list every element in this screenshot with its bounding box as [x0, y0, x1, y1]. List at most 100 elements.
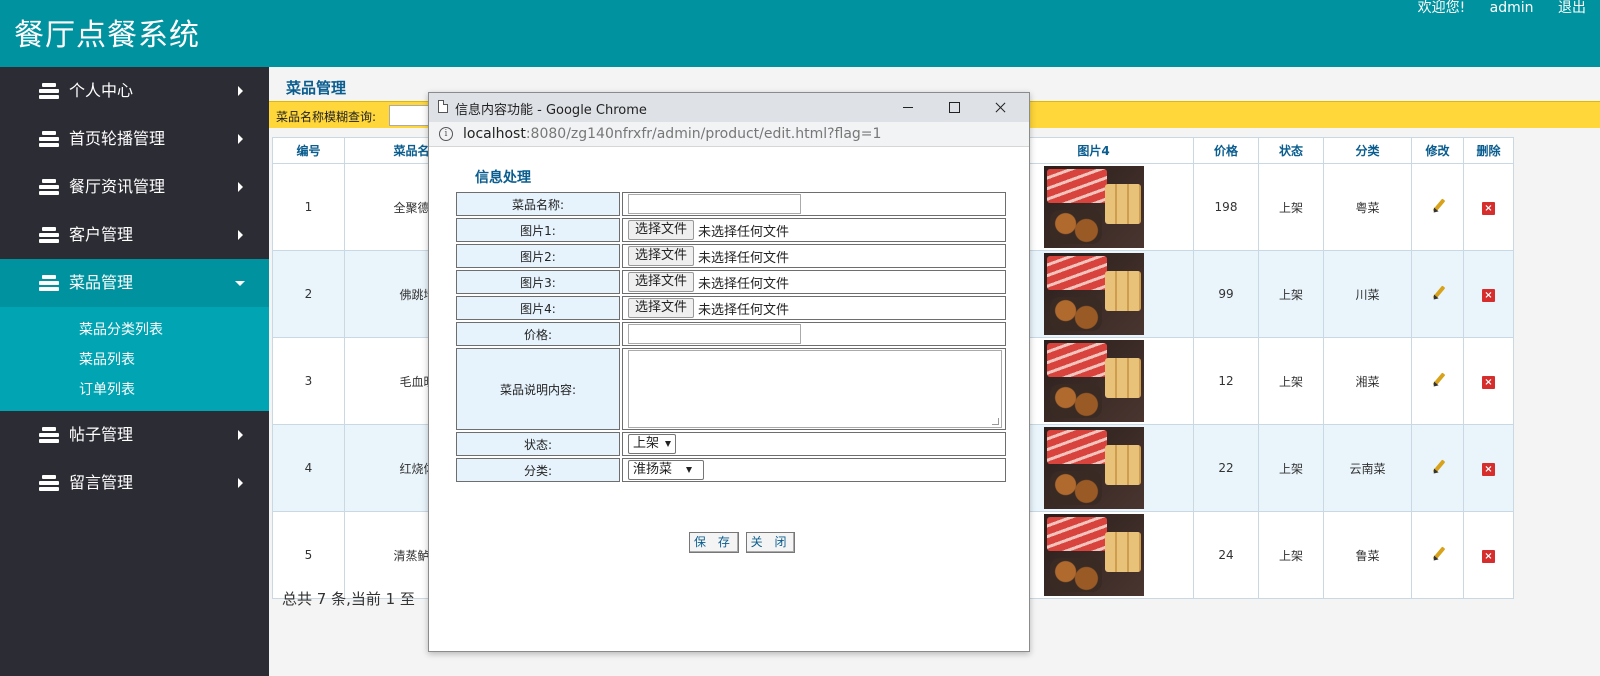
cell-price: 24 — [1193, 511, 1259, 599]
pencil-icon[interactable] — [1430, 546, 1446, 562]
chevron-down-icon — [686, 466, 693, 473]
cell-price: 198 — [1193, 163, 1259, 251]
cell-delete: × — [1463, 337, 1514, 425]
dishes-submenu: 菜品分类列表 菜品列表 订单列表 — [0, 307, 269, 411]
form-row-image2: 图片2: 选择文件 未选择任何文件 — [456, 244, 1006, 268]
pencil-icon[interactable] — [1430, 459, 1446, 475]
price-input[interactable] — [628, 324, 801, 344]
field-label: 菜品名称: — [456, 192, 620, 216]
document-icon — [438, 100, 448, 113]
cell-delete: × — [1463, 250, 1514, 338]
form-heading: 信息处理 — [475, 170, 531, 186]
stack-icon — [39, 226, 59, 244]
sidebar-item-dishes[interactable]: 菜品管理 — [0, 259, 269, 307]
col-header-delete: 删除 — [1463, 137, 1514, 164]
dish-thumbnail — [1043, 253, 1144, 335]
cell-status: 上架 — [1258, 511, 1324, 599]
stack-icon — [39, 426, 59, 444]
cell-status: 上架 — [1258, 250, 1324, 338]
username-link[interactable]: admin — [1490, 0, 1534, 16]
sidebar-item-customers[interactable]: 客户管理 — [0, 211, 269, 259]
submenu-item-order-list[interactable]: 订单列表 — [0, 375, 269, 405]
sidebar-item-news[interactable]: 餐厅资讯管理 — [0, 163, 269, 211]
cell-category: 鲁菜 — [1323, 511, 1412, 599]
info-icon[interactable]: i — [439, 127, 453, 141]
status-select-value: 上架 — [633, 436, 660, 451]
chevron-right-icon — [238, 134, 243, 144]
close-button[interactable]: 关 闭 — [745, 532, 796, 553]
image4-file-button[interactable]: 选择文件 — [628, 298, 695, 318]
chevron-down-icon — [665, 440, 672, 447]
image1-file-button[interactable]: 选择文件 — [628, 220, 695, 240]
sidebar-item-label: 留言管理 — [69, 473, 134, 492]
cell-category: 云南菜 — [1323, 424, 1412, 512]
pencil-icon[interactable] — [1430, 285, 1446, 301]
chevron-right-icon — [238, 86, 243, 96]
col-header-edit: 修改 — [1411, 137, 1464, 164]
cell-id: 1 — [272, 163, 345, 251]
image2-file-button[interactable]: 选择文件 — [628, 246, 695, 266]
field-label: 图片1: — [456, 218, 620, 242]
cell-edit — [1411, 250, 1464, 338]
logout-link[interactable]: 退出 — [1558, 0, 1586, 16]
delete-x-icon[interactable]: × — [1482, 201, 1495, 215]
sidebar-item-carousel[interactable]: 首页轮播管理 — [0, 115, 269, 163]
save-button[interactable]: 保 存 — [689, 532, 739, 553]
pagination-summary: 总共 7 条,当前 1 至 — [282, 590, 415, 608]
stack-icon — [39, 274, 59, 292]
app-title: 餐厅点餐系统 — [14, 18, 200, 53]
cell-edit — [1411, 424, 1464, 512]
popup-url-bar[interactable]: i localhost:8080/zg140nfrxfr/admin/produ… — [429, 122, 1029, 147]
image2-file-status: 未选择任何文件 — [698, 250, 790, 266]
chevron-right-icon — [238, 478, 243, 488]
sidebar-item-label: 餐厅资讯管理 — [69, 177, 166, 196]
cell-price: 12 — [1193, 337, 1259, 425]
cell-id: 3 — [272, 337, 345, 425]
sidebar-item-personal-center[interactable]: 个人中心 — [0, 67, 269, 115]
sidebar-item-posts[interactable]: 帖子管理 — [0, 411, 269, 459]
pencil-icon[interactable] — [1430, 198, 1446, 214]
pencil-icon[interactable] — [1430, 372, 1446, 388]
delete-x-icon[interactable]: × — [1482, 288, 1495, 302]
image3-file-button[interactable]: 选择文件 — [628, 272, 695, 292]
resize-handle-icon[interactable] — [992, 418, 999, 425]
col-header-status: 状态 — [1258, 137, 1324, 164]
cell-delete: × — [1463, 163, 1514, 251]
sidebar-item-label: 个人中心 — [69, 81, 134, 100]
edit-form: 菜品名称: 图片1: 选择文件 未选择任何文件 图片2: 选择文件 未选择任何文件 … — [454, 190, 1008, 484]
delete-x-icon[interactable]: × — [1482, 462, 1495, 476]
image1-file-status: 未选择任何文件 — [698, 224, 790, 240]
delete-x-icon[interactable]: × — [1482, 549, 1495, 563]
form-buttons: 保 存 关 闭 — [689, 532, 798, 553]
category-select[interactable]: 淮扬菜 — [628, 460, 704, 480]
submenu-item-dish-categories[interactable]: 菜品分类列表 — [0, 315, 269, 345]
minimize-icon[interactable] — [885, 93, 931, 122]
popup-titlebar[interactable]: 信息内容功能 - Google Chrome — [429, 93, 1029, 122]
cell-delete: × — [1463, 424, 1514, 512]
cell-id: 5 — [272, 511, 345, 599]
form-row-name: 菜品名称: — [456, 192, 1006, 216]
delete-x-icon[interactable]: × — [1482, 375, 1495, 389]
cell-edit — [1411, 337, 1464, 425]
welcome-text: 欢迎您! — [1417, 0, 1466, 16]
cell-status: 上架 — [1258, 337, 1324, 425]
dish-thumbnail — [1043, 427, 1144, 509]
search-label: 菜品名称模糊查询: — [276, 110, 377, 124]
category-select-value: 淮扬菜 — [633, 462, 673, 477]
submenu-item-dish-list[interactable]: 菜品列表 — [0, 345, 269, 375]
sidebar-item-label: 菜品管理 — [69, 273, 134, 292]
dish-name-input[interactable] — [628, 194, 801, 214]
status-select[interactable]: 上架 — [628, 434, 677, 454]
form-row-status: 状态: 上架 — [456, 432, 1006, 456]
popup-window-title: 信息内容功能 - Google Chrome — [455, 103, 647, 118]
maximize-icon[interactable] — [931, 93, 977, 122]
stack-icon — [39, 130, 59, 148]
description-textarea[interactable] — [628, 350, 1002, 428]
field-label: 图片4: — [456, 296, 620, 320]
close-icon[interactable] — [977, 93, 1023, 122]
cell-category: 湘菜 — [1323, 337, 1412, 425]
field-label: 分类: — [456, 458, 620, 482]
form-row-price: 价格: — [456, 322, 1006, 346]
sidebar-item-messages[interactable]: 留言管理 — [0, 459, 269, 507]
col-header-id: 编号 — [272, 137, 345, 164]
